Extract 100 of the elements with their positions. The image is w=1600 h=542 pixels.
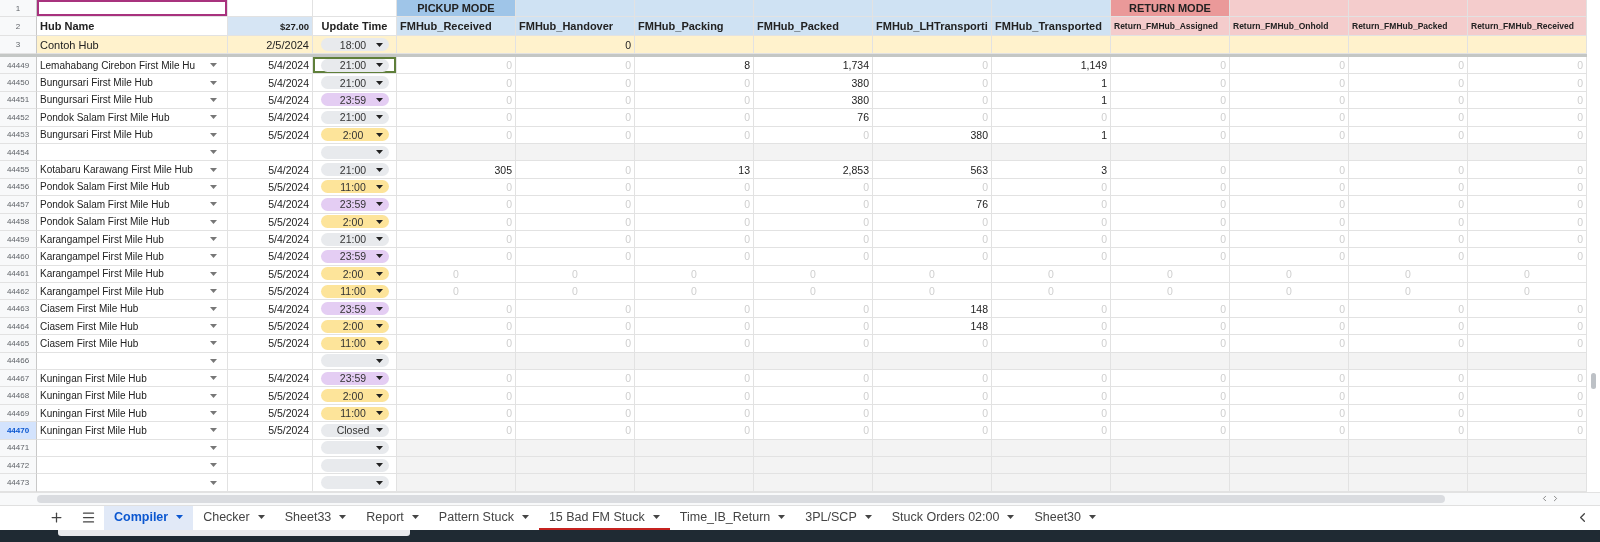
sheet-tab[interactable]: Pattern Stuck — [428, 505, 539, 531]
hub-dropdown[interactable]: Kuningan First Mile Hub — [37, 422, 228, 440]
time-dropdown[interactable]: Closed — [320, 423, 389, 437]
time-dropdown[interactable] — [320, 441, 389, 455]
hub-dropdown[interactable]: Karangampel First Mile Hub — [37, 248, 228, 266]
time-dropdown[interactable] — [320, 354, 389, 368]
caret-icon — [210, 411, 217, 415]
row-number[interactable]: 2 — [0, 17, 37, 36]
caret-icon — [375, 341, 383, 346]
column-header: FMHub_Handover — [516, 17, 635, 36]
hub-dropdown[interactable]: Kuningan First Mile Hub — [37, 370, 228, 388]
table-cell: 5/4/2024 — [228, 57, 313, 75]
time-dropdown[interactable] — [320, 458, 389, 472]
caret-icon — [375, 428, 383, 433]
time-dropdown[interactable]: 2:00 — [320, 319, 389, 333]
row-number[interactable]: 44455 — [0, 161, 37, 179]
sheet-tab[interactable]: Time_IB_Return — [669, 505, 796, 531]
table-cell: 1 — [992, 74, 1111, 92]
time-dropdown[interactable]: 11:00 — [320, 406, 389, 420]
sheet-tab[interactable]: Sheet30 — [1024, 505, 1106, 531]
time-dropdown[interactable]: 2:00 — [320, 215, 389, 229]
row-number[interactable]: 44470 — [0, 422, 37, 440]
row-number[interactable]: 44452 — [0, 109, 37, 127]
scroll-right-icon[interactable] — [1551, 494, 1560, 504]
caret-icon — [210, 445, 217, 450]
mode-label: PICKUP MODE — [397, 0, 516, 17]
time-dropdown[interactable]: 2:00 — [320, 128, 389, 142]
hub-dropdown[interactable]: Kuningan First Mile Hub — [37, 387, 228, 405]
caret-icon — [375, 97, 383, 102]
row-number[interactable]: 44460 — [0, 248, 37, 266]
row-number[interactable]: 44462 — [0, 283, 37, 301]
caret-icon — [375, 271, 383, 276]
caret-icon — [411, 514, 419, 519]
column-header: FMHub_Transported — [992, 17, 1111, 36]
caret-icon — [375, 132, 383, 137]
table-cell: 2/5/2024 — [228, 36, 313, 54]
hub-dropdown[interactable]: Bungursari First Mile Hub — [37, 74, 228, 92]
time-dropdown[interactable]: 21:00 — [320, 76, 389, 90]
table-cell: 148 — [873, 300, 992, 318]
sheet-tab[interactable]: 3PL/SCP — [795, 505, 882, 531]
sheet-tab[interactable]: Report — [356, 505, 429, 531]
row-number[interactable]: 44467 — [0, 370, 37, 388]
row-number[interactable]: 44450 — [0, 74, 37, 92]
time-dropdown[interactable]: 23:59 — [320, 93, 389, 107]
hub-dropdown[interactable]: Ciasem First Mile Hub — [37, 300, 228, 318]
time-dropdown[interactable] — [320, 145, 389, 159]
caret-icon — [210, 80, 217, 85]
hub-dropdown[interactable] — [37, 474, 228, 492]
caret-icon — [210, 341, 217, 346]
table-cell: 5/5/2024 — [228, 387, 313, 405]
time-dropdown[interactable]: 23:59 — [320, 371, 389, 385]
row-number[interactable]: 1 — [0, 0, 37, 17]
column-header: FMHub_Received — [397, 17, 516, 36]
hub-dropdown[interactable]: Kotabaru Karawang First Mile Hub — [37, 161, 228, 179]
row-number[interactable]: 44473 — [0, 474, 37, 492]
scrollbar-thumb[interactable] — [37, 494, 1445, 503]
time-dropdown[interactable]: 11:00 — [320, 284, 389, 298]
time-dropdown[interactable]: 23:59 — [320, 250, 389, 263]
time-dropdown[interactable]: 23:59 — [320, 302, 389, 316]
row-number[interactable]: 44449 — [0, 57, 37, 75]
caret-icon — [210, 237, 217, 242]
caret-icon — [210, 254, 217, 259]
caret-icon — [375, 480, 383, 485]
column-header: Return_FMHub_Assigned — [1111, 17, 1230, 36]
caret-icon — [339, 514, 347, 519]
hub-dropdown[interactable]: Ciasem First Mile Hub — [37, 335, 228, 353]
caret-icon — [210, 324, 217, 329]
time-dropdown[interactable]: 21:00 — [320, 58, 389, 72]
row-number[interactable]: 44457 — [0, 196, 37, 214]
row-number[interactable]: 44468 — [0, 387, 37, 405]
time-dropdown[interactable]: 21:00 — [320, 163, 389, 177]
row-number[interactable]: 44463 — [0, 300, 37, 318]
hub-dropdown[interactable]: Lemahabang Cirebon First Mile Hu — [37, 57, 228, 75]
hub-dropdown[interactable]: Karangampel First Mile Hub — [37, 283, 228, 301]
time-dropdown[interactable]: 21:00 — [320, 110, 389, 124]
caret-icon — [652, 514, 660, 519]
caret-icon — [210, 97, 217, 102]
sheet-tab[interactable]: Stuck Orders 02:00 — [881, 505, 1025, 531]
time-dropdown[interactable]: 21:00 — [320, 232, 389, 246]
time-dropdown[interactable]: 18:00 — [320, 38, 389, 51]
time-dropdown[interactable]: 2:00 — [320, 267, 389, 281]
hub-dropdown[interactable]: Pondok Salam First Mile Hub — [37, 196, 228, 214]
caret-icon — [375, 237, 383, 242]
table-cell: Contoh Hub — [37, 36, 228, 54]
time-dropdown[interactable] — [320, 476, 389, 490]
sheet-tab[interactable]: Sheet33 — [274, 505, 357, 531]
scrollbar-thumb[interactable] — [1591, 373, 1596, 389]
time-dropdown[interactable]: 23:59 — [320, 197, 389, 211]
time-dropdown[interactable]: 11:00 — [320, 336, 389, 350]
sheet-tab[interactable]: Compiler — [104, 505, 194, 531]
row-number[interactable]: 44465 — [0, 335, 37, 353]
hub-dropdown[interactable]: Pondok Salam First Mile Hub — [37, 109, 228, 127]
scroll-left-icon[interactable] — [1540, 494, 1549, 504]
caret-icon — [375, 376, 383, 381]
sheet-tab[interactable]: Checker — [193, 505, 275, 531]
caret-icon — [375, 393, 383, 398]
time-dropdown[interactable]: 2:00 — [320, 389, 389, 403]
time-dropdown[interactable]: 11:00 — [320, 180, 389, 194]
row-number[interactable]: 3 — [0, 36, 37, 54]
caret-icon — [210, 167, 217, 172]
